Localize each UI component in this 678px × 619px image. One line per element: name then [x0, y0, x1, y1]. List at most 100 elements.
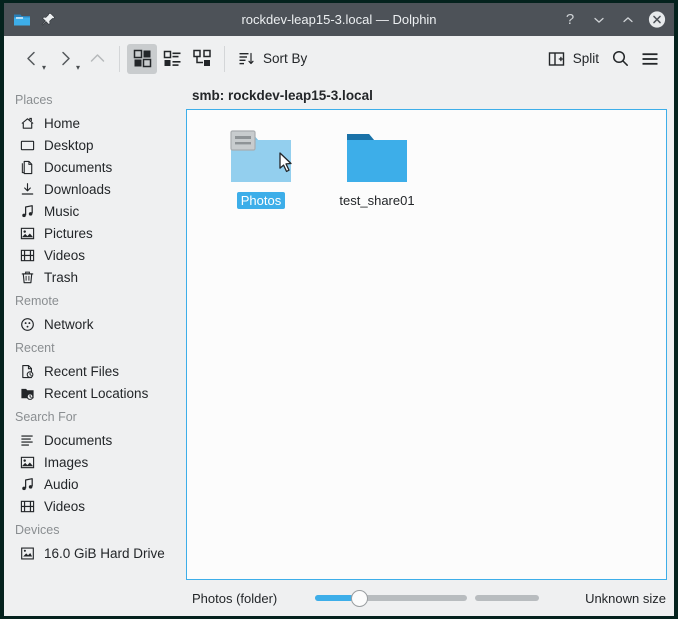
status-bar-center	[277, 589, 577, 607]
sidebar-item-label: Pictures	[44, 225, 93, 241]
sidebar-item-label: Documents	[44, 159, 113, 175]
file-item-label: test_share01	[339, 193, 415, 208]
sidebar-item-label: Videos	[44, 247, 86, 263]
sidebar-item-recent-files[interactable]: Recent Files	[4, 360, 186, 382]
menu-button[interactable]	[635, 44, 665, 74]
file-item-test-share01[interactable]: test_share01	[319, 122, 435, 209]
music-icon	[19, 203, 35, 219]
sort-by-label: Sort By	[263, 51, 308, 66]
maximize-icon[interactable]	[619, 11, 637, 29]
split-icon	[548, 50, 566, 68]
view-compact-button[interactable]	[157, 44, 187, 74]
sidebar-item-label: Audio	[44, 476, 79, 492]
titlebar-left-icons	[4, 12, 56, 28]
sidebar-item-label: Trash	[44, 269, 79, 285]
sidebar-item-music[interactable]: Music	[4, 200, 186, 222]
sidebar-item-documents[interactable]: Documents	[4, 156, 186, 178]
breadcrumb[interactable]: smb: rockdev-leap15-3.local	[186, 81, 667, 109]
window-body: Places Home Desktop Documents Downloads …	[4, 81, 674, 580]
sidebar-item-search-images[interactable]: Images	[4, 451, 186, 473]
search-documents-icon	[19, 432, 35, 448]
zoom-slider-fill	[315, 595, 354, 601]
trash-icon	[19, 269, 35, 285]
downloads-icon	[19, 181, 35, 197]
sidebar-item-label: Videos	[44, 498, 86, 514]
sidebar-item-label: Downloads	[44, 181, 111, 197]
sidebar-item-label: Recent Locations	[44, 385, 149, 401]
back-dropdown-icon[interactable]: ▾	[42, 63, 46, 72]
up-button[interactable]	[82, 44, 112, 74]
file-view[interactable]: Photos test_share01	[186, 109, 667, 580]
search-button[interactable]	[605, 44, 635, 74]
sidebar-item-search-audio[interactable]: Audio	[4, 473, 186, 495]
search-audio-icon	[19, 476, 35, 492]
forward-button[interactable]: ▾	[48, 44, 82, 74]
sidebar-item-pictures[interactable]: Pictures	[4, 222, 186, 244]
file-item-label: Photos	[236, 192, 286, 209]
toolbar-separator-2	[224, 45, 225, 72]
search-images-icon	[19, 454, 35, 470]
pin-icon[interactable]	[41, 12, 56, 27]
sidebar-group-recent: Recent	[15, 341, 55, 355]
sidebar-item-search-documents[interactable]: Documents	[4, 429, 186, 451]
status-size-text: Unknown size	[585, 590, 666, 606]
sidebar-item-label: Music	[44, 203, 80, 219]
view-details-button[interactable]	[187, 44, 217, 74]
dolphin-window: rockdev-leap15-3.local — Dolphin ? ▾ ▾ S…	[4, 3, 674, 616]
sidebar-group-places: Places	[15, 93, 53, 107]
sidebar-item-label: Home	[44, 115, 81, 131]
home-icon	[19, 115, 35, 131]
sidebar-item-label: Documents	[44, 432, 113, 448]
close-icon[interactable]	[648, 11, 666, 29]
status-bar-right: Photos (folder) Unknown size	[186, 589, 666, 607]
sidebar-item-desktop[interactable]: Desktop	[4, 134, 186, 156]
split-button[interactable]: Split	[542, 44, 605, 74]
sidebar-item-home[interactable]: Home	[4, 112, 186, 134]
view-icons-button[interactable]	[127, 43, 157, 74]
main-toolbar: ▾ ▾ Sort By Split	[4, 36, 674, 81]
window-titlebar: rockdev-leap15-3.local — Dolphin ?	[4, 3, 674, 36]
desktop-icon	[19, 137, 35, 153]
sidebar-item-network[interactable]: Network	[4, 313, 186, 335]
sidebar-item-videos[interactable]: Videos	[4, 244, 186, 266]
harddrive-icon	[19, 545, 35, 561]
back-button[interactable]: ▾	[14, 44, 48, 74]
zoom-slider[interactable]	[315, 589, 468, 607]
sidebar-item-trash[interactable]: Trash	[4, 266, 186, 288]
sidebar-item-recent-locations[interactable]: Recent Locations	[4, 382, 186, 404]
sidebar-item-hard-drive[interactable]: 16.0 GiB Hard Drive	[4, 542, 186, 564]
help-button[interactable]: ?	[561, 11, 579, 29]
sidebar-item-label: Network	[44, 316, 94, 332]
file-item-photos[interactable]: Photos	[203, 122, 319, 209]
sidebar-item-label: Recent Files	[44, 363, 120, 379]
recent-files-icon	[19, 363, 35, 379]
sidebar-group-devices: Devices	[15, 523, 60, 537]
icon-grid: Photos test_share01	[187, 110, 666, 209]
sort-icon	[238, 50, 256, 68]
window-controls: ?	[561, 3, 666, 36]
search-videos-icon	[19, 498, 35, 514]
zoom-slider-handle[interactable]	[351, 589, 369, 607]
videos-icon	[19, 247, 35, 263]
folder-mount-icon	[229, 126, 293, 186]
sidebar-group-remote: Remote	[15, 294, 59, 308]
split-label: Split	[572, 51, 599, 66]
documents-icon	[19, 159, 35, 175]
sidebar-item-label: Desktop	[44, 137, 94, 153]
forward-dropdown-icon[interactable]: ▾	[76, 63, 80, 72]
free-space-bar	[475, 595, 540, 601]
main-panel: smb: rockdev-leap15-3.local Photos test_…	[186, 81, 674, 580]
minimize-icon[interactable]	[590, 11, 608, 29]
sidebar-item-downloads[interactable]: Downloads	[4, 178, 186, 200]
folder-icon	[13, 12, 31, 28]
toolbar-separator	[119, 45, 120, 72]
places-sidebar: Places Home Desktop Documents Downloads …	[4, 81, 186, 580]
sidebar-group-search-for: Search For	[15, 410, 77, 424]
status-bar: Photos (folder) Unknown size	[4, 580, 674, 616]
sidebar-item-label: 16.0 GiB Hard Drive	[44, 545, 165, 561]
sort-by-button[interactable]: Sort By	[232, 44, 313, 74]
recent-locations-icon	[19, 385, 35, 401]
folder-icon	[345, 126, 409, 186]
sidebar-item-search-videos[interactable]: Videos	[4, 495, 186, 517]
status-selection-text: Photos (folder)	[192, 590, 278, 606]
